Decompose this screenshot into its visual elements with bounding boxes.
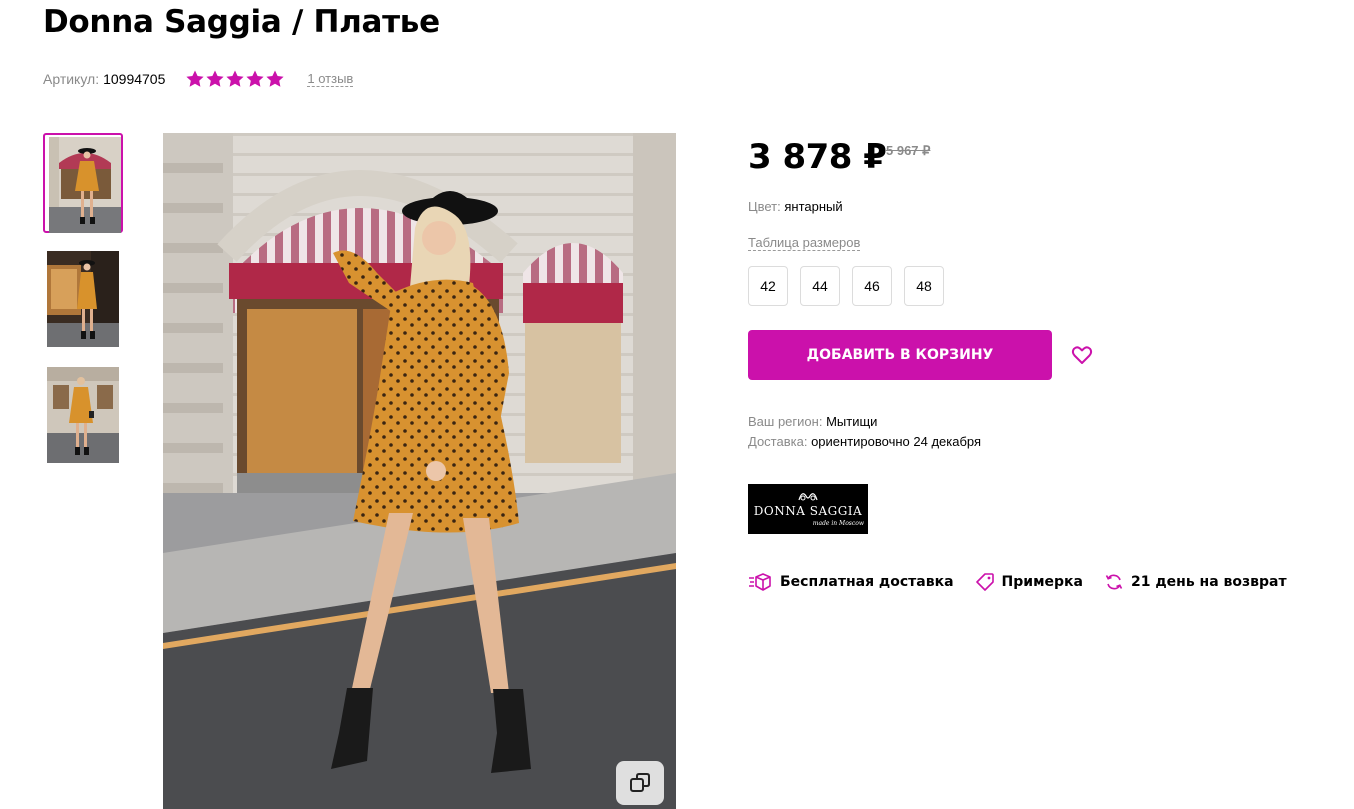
zoom-button[interactable] bbox=[616, 761, 664, 805]
product-title: Donna Saggia / Платье bbox=[43, 4, 440, 40]
feature-free-delivery: Бесплатная доставка bbox=[748, 573, 954, 591]
rating-stars bbox=[185, 69, 285, 89]
main-product-photo[interactable] bbox=[163, 133, 676, 809]
tag-icon bbox=[975, 573, 994, 591]
expand-icon bbox=[630, 773, 650, 792]
feature-return: 21 день на возврат bbox=[1105, 573, 1287, 591]
heart-icon[interactable] bbox=[1070, 343, 1094, 367]
feature-label: 21 день на возврат bbox=[1131, 574, 1287, 590]
feature-fitting: Примерка bbox=[975, 573, 1083, 591]
refresh-icon bbox=[1105, 574, 1123, 590]
star-icon bbox=[226, 70, 244, 87]
brand-name: DONNA SAGGIA bbox=[753, 504, 863, 518]
thumbnail-1[interactable] bbox=[43, 133, 123, 233]
star-icon bbox=[206, 70, 224, 87]
region-value[interactable]: Мытищи bbox=[826, 414, 877, 429]
region-delivery-info: Ваш регион: Мытищи Доставка: ориентирово… bbox=[748, 412, 981, 452]
brand-tagline: made in Moscow bbox=[812, 520, 864, 527]
size-option-42[interactable]: 42 bbox=[748, 266, 788, 306]
star-icon bbox=[186, 70, 204, 87]
star-icon bbox=[266, 70, 284, 87]
thumbnail-image bbox=[47, 251, 119, 347]
size-table-link[interactable]: Таблица размеров bbox=[748, 235, 861, 251]
thumbnail-image bbox=[49, 137, 121, 233]
star-icon bbox=[246, 70, 264, 87]
region-label: Ваш регион: bbox=[748, 414, 823, 429]
article-value: 10994705 bbox=[103, 71, 166, 87]
old-price: 5 967 ₽ bbox=[886, 143, 931, 158]
region-row: Ваш регион: Мытищи bbox=[748, 412, 981, 432]
reviews-link[interactable]: 1 отзыв bbox=[307, 71, 354, 87]
product-meta: Артикул: 10994705 1 отзыв bbox=[43, 68, 354, 90]
size-option-44[interactable]: 44 bbox=[800, 266, 840, 306]
color-label: Цвет: bbox=[748, 199, 781, 214]
thumbnail-3[interactable] bbox=[43, 365, 123, 465]
thumbnail-image bbox=[47, 367, 119, 463]
delivery-box-icon bbox=[749, 573, 771, 591]
article-label: Артикул: bbox=[43, 71, 100, 87]
brand-logo[interactable]: DONNA SAGGIA made in Moscow bbox=[748, 484, 868, 534]
size-selector: 42 44 46 48 bbox=[748, 266, 944, 306]
color-value: янтарный bbox=[784, 199, 843, 214]
current-price: 3 878 ₽ bbox=[748, 137, 887, 177]
delivery-value: ориентировочно 24 декабря bbox=[811, 434, 982, 449]
feature-label: Бесплатная доставка bbox=[780, 574, 954, 590]
delivery-label: Доставка: bbox=[748, 434, 808, 449]
delivery-row: Доставка: ориентировочно 24 декабря bbox=[748, 432, 981, 452]
add-to-cart-button[interactable]: ДОБАВИТЬ В КОРЗИНУ bbox=[748, 330, 1052, 380]
thumbnail-2[interactable] bbox=[43, 249, 123, 349]
color-info: Цвет: янтарный bbox=[748, 199, 843, 214]
size-option-48[interactable]: 48 bbox=[904, 266, 944, 306]
feature-list: Бесплатная доставка Примерка 21 день на … bbox=[748, 571, 1309, 593]
feature-label: Примерка bbox=[1001, 574, 1083, 590]
brand-monogram-icon bbox=[798, 493, 818, 501]
size-option-46[interactable]: 46 bbox=[852, 266, 892, 306]
